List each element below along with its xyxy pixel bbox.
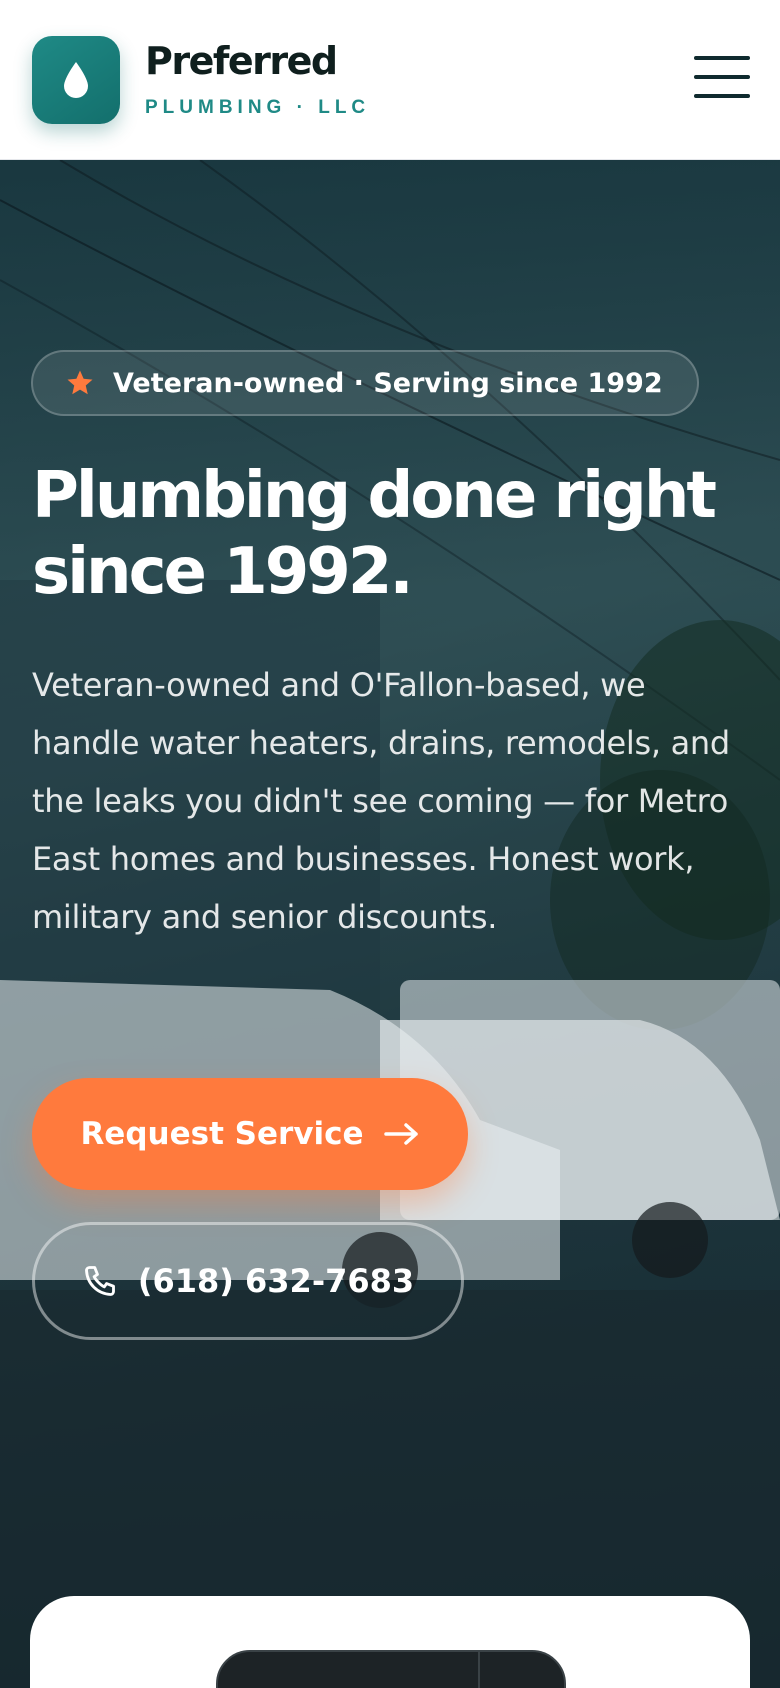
badge-text: Veteran-owned · Serving since 1992 xyxy=(113,367,663,399)
site-header: Preferred PLUMBING · LLC xyxy=(0,0,780,160)
call-phone-button[interactable]: (618) 632-7683 xyxy=(32,1222,464,1340)
brand[interactable]: Preferred PLUMBING · LLC xyxy=(145,42,370,117)
logo[interactable] xyxy=(32,35,120,124)
hero-title: Plumbing done right since 1992. xyxy=(32,459,717,609)
arrow-right-icon xyxy=(383,1123,418,1145)
star-icon xyxy=(67,370,93,395)
hamburger-menu-icon[interactable] xyxy=(694,56,750,98)
hero-description: Veteran-owned and O'Fallon-based, we han… xyxy=(32,666,730,936)
brand-subtitle: PLUMBING · LLC xyxy=(145,97,371,118)
toolbar-divider xyxy=(478,1652,480,1688)
brand-name: Preferred xyxy=(145,39,338,83)
request-service-label: Request Service xyxy=(80,1116,364,1152)
water-drop-icon xyxy=(64,61,88,98)
hero-section: Veteran-owned · Serving since 1992 Plumb… xyxy=(0,160,780,1688)
phone-icon xyxy=(84,1266,115,1296)
next-section-card xyxy=(30,1596,750,1688)
floating-toolbar[interactable] xyxy=(216,1650,566,1688)
menu-bar xyxy=(694,56,750,60)
menu-bar xyxy=(694,75,750,79)
veteran-badge: Veteran-owned · Serving since 1992 xyxy=(31,350,699,416)
request-service-button[interactable]: Request Service xyxy=(32,1078,468,1190)
menu-bar xyxy=(694,94,750,98)
phone-number: (618) 632-7683 xyxy=(137,1262,415,1300)
